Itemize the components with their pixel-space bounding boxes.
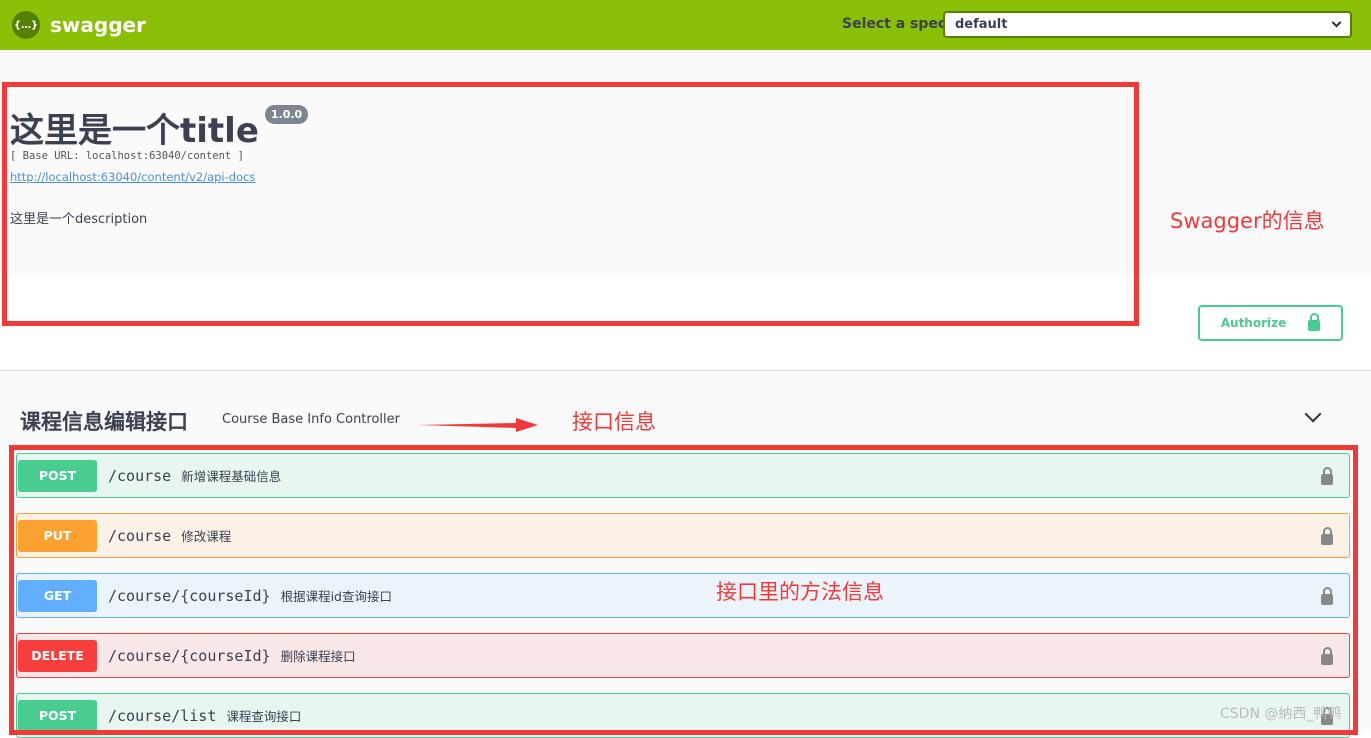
brand-name: swagger — [50, 13, 146, 37]
authorize-button[interactable]: Authorize — [1198, 305, 1343, 341]
tag-name[interactable]: 课程信息编辑接口 — [20, 406, 188, 436]
spec-label: Select a spec — [842, 16, 947, 32]
annotation-swagger-info: Swagger的信息 — [1170, 209, 1325, 233]
tag-description: Course Base Info Controller — [222, 412, 400, 427]
annotation-arrow-icon — [418, 418, 538, 432]
authorize-label: Authorize — [1220, 316, 1287, 330]
spec-select[interactable]: default — [943, 11, 1352, 38]
lock-icon — [1308, 313, 1321, 331]
chevron-down-icon — [1331, 17, 1342, 28]
topbar: {…} swagger Select a spec default — [0, 0, 1371, 50]
swagger-logo[interactable]: {…} swagger — [12, 11, 146, 39]
annotation-box-info — [2, 82, 1139, 326]
spec-value: default — [955, 17, 1008, 32]
annotation-method-info: 接口里的方法信息 — [716, 580, 884, 604]
annotation-box-methods — [9, 445, 1358, 735]
watermark: CSDN @纳西_鸭鸭 — [1220, 706, 1342, 722]
swagger-logo-icon: {…} — [12, 11, 40, 39]
annotation-interface-info: 接口信息 — [572, 410, 656, 434]
